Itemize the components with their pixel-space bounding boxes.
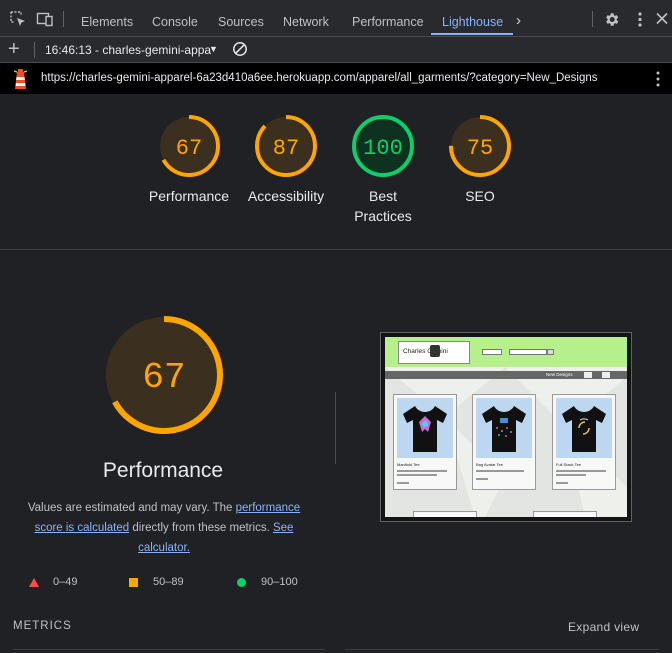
gear-icon[interactable] (603, 11, 620, 28)
metrics-divider (345, 649, 659, 650)
tshirt-icon (403, 406, 447, 452)
gauge-score: 75 (467, 136, 493, 161)
gauge-label: Best Practices (335, 186, 431, 226)
nav-category: New Designs (546, 372, 573, 377)
product-name: Manifold Tee (397, 462, 420, 467)
tab-console[interactable]: Console (152, 0, 198, 36)
kebab-menu-icon[interactable] (654, 70, 662, 88)
average-square-icon (129, 578, 138, 587)
search-icon (547, 349, 554, 355)
gauge-seo[interactable]: 75 SEO (432, 113, 528, 206)
gauge-accessibility[interactable]: 87 Accessibility (238, 113, 334, 206)
product-price (476, 478, 488, 480)
report-url: https://charles-gemini-apparel-6a23d410a… (41, 72, 598, 84)
performance-title: Performance (102, 459, 224, 482)
product-name: Bag Avatar Tee (476, 462, 503, 467)
metrics-divider (13, 649, 325, 650)
active-tab-indicator (431, 33, 513, 35)
metrics-heading: METRICS (13, 620, 72, 632)
device-toolbar-icon[interactable] (36, 10, 54, 28)
product-card (413, 511, 477, 517)
gauge-performance[interactable]: 67 Performance (141, 113, 237, 206)
gauge-score: 100 (363, 136, 403, 161)
fail-triangle-icon (29, 578, 39, 587)
gauge-label-line2: Practices (354, 208, 412, 224)
legend-fail: 0–49 (53, 576, 78, 588)
legend-average: 50–89 (153, 576, 184, 588)
tab-sources[interactable]: Sources (218, 0, 264, 36)
performance-score: 67 (142, 357, 185, 398)
vertical-divider (335, 392, 336, 464)
product-desc-line (397, 470, 447, 472)
search-input (509, 349, 547, 355)
url-bar: https://charles-gemini-apparel-6a23d410a… (0, 63, 672, 94)
register-button (482, 349, 502, 355)
logo-emblem-icon (430, 345, 440, 357)
tab-network[interactable]: Network (283, 0, 329, 36)
score-gauge: 67 (158, 115, 220, 177)
tshirt-icon (562, 406, 606, 452)
close-icon[interactable] (655, 11, 669, 26)
gauge-score: 87 (273, 136, 299, 161)
site-logo: Charles Gemini (398, 341, 470, 364)
product-card: Full Stack Tee (552, 394, 616, 490)
tabbar-separator (592, 11, 593, 27)
score-gauge: 87 (255, 115, 317, 177)
product-image (556, 398, 612, 458)
section-divider (0, 249, 672, 250)
product-desc-line (397, 474, 437, 476)
score-gauge: 75 (449, 115, 511, 177)
lighthouse-toolbar: + 16:46:13 - charles-gemini-appa ▼ (0, 37, 672, 63)
performance-large-gauge: 67 (105, 316, 223, 434)
product-desc-line (556, 470, 606, 472)
product-image (397, 398, 453, 458)
tabbar-separator (63, 11, 64, 27)
product-price (556, 482, 568, 484)
lighthouse-icon (13, 69, 28, 89)
legend-pass: 90–100 (261, 576, 298, 588)
kebab-menu-icon[interactable] (632, 11, 648, 28)
gauge-label: SEO (465, 188, 495, 204)
gauge-label: Accessibility (247, 188, 325, 204)
expand-view-toggle[interactable]: Expand view (568, 620, 639, 634)
gauge-label: Performance (148, 188, 230, 204)
site-logo-text: Charles Gemini (403, 348, 448, 355)
desc-prefix: Values are estimated and may vary. The (27, 502, 236, 514)
plus-icon[interactable]: + (8, 38, 20, 60)
cart-icon (602, 372, 610, 378)
tab-lighthouse[interactable]: Lighthouse (442, 0, 503, 36)
score-gauge: 100 (352, 115, 414, 177)
gauge-label-line1: Best (368, 188, 397, 204)
chevron-down-icon[interactable]: ▼ (209, 44, 218, 54)
gauge-score: 67 (176, 136, 202, 161)
tab-elements[interactable]: Elements (81, 0, 133, 36)
product-card (533, 511, 597, 517)
devtools-tabbar: Elements Console Sources Network Perform… (0, 0, 672, 37)
report-selector[interactable]: 16:46:13 - charles-gemini-appa (45, 43, 211, 57)
product-card: Bag Avatar Tee (472, 394, 536, 490)
toolbar-separator (34, 42, 35, 58)
page-screenshot-thumbnail[interactable]: Charles Gemini New Designs Manifold Tee (380, 332, 632, 522)
clear-icon[interactable] (232, 41, 248, 57)
inspect-element-icon[interactable] (9, 10, 27, 28)
performance-description: Values are estimated and may vary. The p… (14, 498, 314, 558)
tab-performance[interactable]: Performance (352, 0, 424, 36)
desc-middle: directly from these metrics. (129, 522, 273, 534)
product-price (397, 482, 409, 484)
product-card: Manifold Tee (393, 394, 457, 490)
account-icon (584, 372, 592, 378)
tshirt-icon (482, 406, 526, 452)
product-image (476, 398, 532, 458)
product-name: Full Stack Tee (556, 462, 582, 467)
pass-circle-icon (237, 578, 246, 587)
gauge-best-practices[interactable]: 100 Best Practices (335, 113, 431, 226)
product-desc-line (476, 470, 524, 472)
screenshot-content: Charles Gemini New Designs Manifold Tee (385, 337, 627, 517)
product-desc-line (556, 474, 586, 476)
